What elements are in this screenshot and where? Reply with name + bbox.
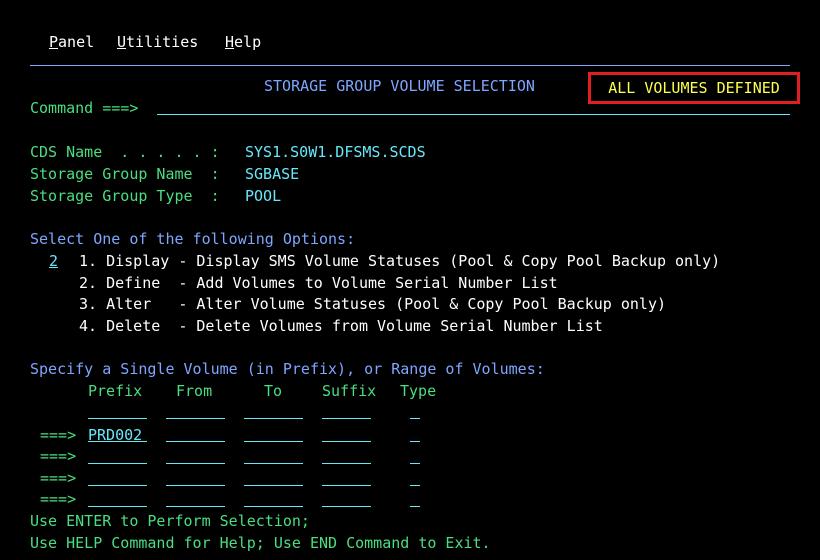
column-type: Type [400,382,437,400]
to-input-underline [244,463,303,464]
column-to: To [264,382,283,400]
row-arrow: ===> [40,490,77,508]
from-input-underline [166,441,225,442]
type-input-underline [410,441,420,442]
volume-range-heading: Specify a Single Volume (in Prefix), or … [30,360,545,378]
option-item-delete: 4. Delete - Delete Volumes from Volume S… [79,317,603,335]
cds-name-value: SYS1.S0W1.DFSMS.SCDS [245,143,426,161]
column-from: From [176,382,213,400]
menu-help[interactable]: Help [225,33,261,51]
from-input-underline [166,463,225,464]
type-input-underline [410,485,420,486]
options-heading: Select One of the following Options: [30,230,356,248]
suffix-input-underline [322,441,371,442]
status-message: ALL VOLUMES DEFINED [608,79,780,97]
option-item-alter: 3. Alter - Alter Volume Statuses (Pool &… [79,295,666,313]
command-label: Command ===> [30,99,139,117]
suffix-input-underline [322,485,371,486]
footer-instruction: Use ENTER to Perform Selection; [30,512,310,530]
from-input-underline [166,485,225,486]
prefix-input-underline [88,441,147,442]
storage-group-name-value: SGBASE [245,165,300,183]
header-field-to [244,418,303,419]
storage-group-type-value: POOL [245,187,282,205]
row-arrow: ===> [40,469,77,487]
prefix-input-underline [88,485,147,486]
type-input-underline [410,463,420,464]
command-input-underline [157,114,790,115]
storage-group-name-label: Storage Group Name : [30,165,220,183]
type-input-underline [410,506,420,507]
page-title: STORAGE GROUP VOLUME SELECTION [264,77,535,95]
option-selection-input[interactable]: 2 [49,252,58,270]
option-item-define: 2. Define - Add Volumes to Volume Serial… [79,274,558,292]
from-input-underline [166,506,225,507]
menu-panel[interactable]: Panel [49,33,94,51]
menu-separator [30,65,790,66]
to-input-underline [244,506,303,507]
cds-name-label: CDS Name . . . . . : [30,143,220,161]
row-arrow: ===> [40,426,77,444]
column-suffix: Suffix [322,382,377,400]
to-input-underline [244,485,303,486]
status-highlight-box: ALL VOLUMES DEFINED [588,72,800,104]
menu-utilities[interactable]: Utilities [117,33,198,51]
header-field-prefix [88,418,147,419]
header-field-type [410,418,420,419]
to-input-underline [244,441,303,442]
option-item-display: 1. Display - Display SMS Volume Statuses… [79,252,721,270]
header-field-suffix [322,418,371,419]
footer-help: Use HELP Command for Help; Use END Comma… [30,534,491,552]
suffix-input-underline [322,506,371,507]
column-prefix: Prefix [88,382,143,400]
header-field-from [166,418,225,419]
storage-group-type-label: Storage Group Type : [30,187,220,205]
prefix-input-underline [88,463,147,464]
prefix-input-underline [88,506,147,507]
row-arrow: ===> [40,447,77,465]
suffix-input-underline [322,463,371,464]
